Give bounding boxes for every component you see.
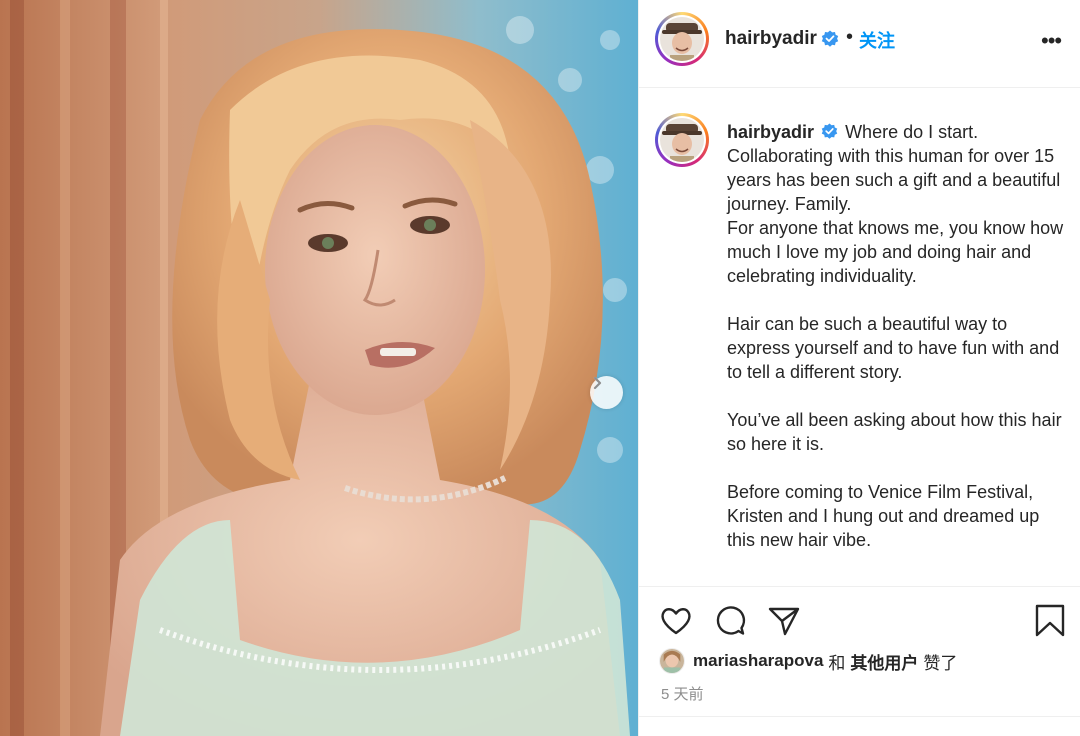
liker-avatar[interactable] <box>659 648 685 674</box>
avatar-image <box>660 17 704 61</box>
caption-line: Before coming to Venice Film Festival, K… <box>727 482 1040 550</box>
likes-and: 和 <box>828 653 846 673</box>
caption-line: Collaborating with this human for over 1… <box>727 146 1061 214</box>
next-photo-button[interactable] <box>590 376 623 409</box>
caption-avatar[interactable] <box>655 113 709 167</box>
portrait-illustration <box>0 0 638 736</box>
action-bar <box>639 600 1080 644</box>
follow-button[interactable]: 关注 <box>859 27 895 53</box>
likes-liked: 赞了 <box>923 653 958 673</box>
post-detail-panel: hairbyadir • 关注 ••• hairbyadir Where do … <box>638 0 1080 736</box>
avatar[interactable] <box>655 12 709 66</box>
caption-line: Where do I start. <box>845 122 979 142</box>
caption-line <box>727 456 1067 480</box>
chevron-right-icon <box>593 376 602 390</box>
caption-line: Hair can be such a beautiful way to expr… <box>727 314 1060 382</box>
caption-line <box>727 384 1067 408</box>
heart-icon[interactable] <box>659 604 693 638</box>
bookmark-icon[interactable] <box>1035 604 1065 638</box>
likes-summary: mariasharapova 和 其他用户 赞了 <box>659 648 962 674</box>
paper-plane-icon[interactable] <box>767 604 801 638</box>
caption-line: For anyone that knows me, you know how m… <box>727 218 1064 286</box>
verified-badge-icon <box>821 123 838 140</box>
post-timestamp[interactable]: 5 天前 <box>661 683 704 704</box>
post-photo <box>0 0 638 736</box>
liker-username[interactable]: mariasharapova <box>693 651 823 671</box>
likes-others-link[interactable]: 其他用户 <box>850 649 918 674</box>
caption-line <box>727 288 1067 312</box>
separator-dot: • <box>846 26 854 48</box>
header-username[interactable]: hairbyadir <box>725 28 817 50</box>
more-options-button[interactable]: ••• <box>1041 28 1062 54</box>
caption-area: hairbyadir Where do I start. Collaborati… <box>639 89 1080 587</box>
divider <box>639 716 1080 717</box>
comment-bubble-icon[interactable] <box>713 604 747 638</box>
caption-username[interactable]: hairbyadir <box>727 122 814 142</box>
verified-badge-icon <box>821 30 839 47</box>
post-header: hairbyadir • 关注 ••• <box>639 0 1080 88</box>
avatar-image <box>660 118 704 162</box>
caption-line: You’ve all been asking about how this ha… <box>727 410 1062 454</box>
post-caption: hairbyadir Where do I start. Collaborati… <box>727 120 1067 552</box>
